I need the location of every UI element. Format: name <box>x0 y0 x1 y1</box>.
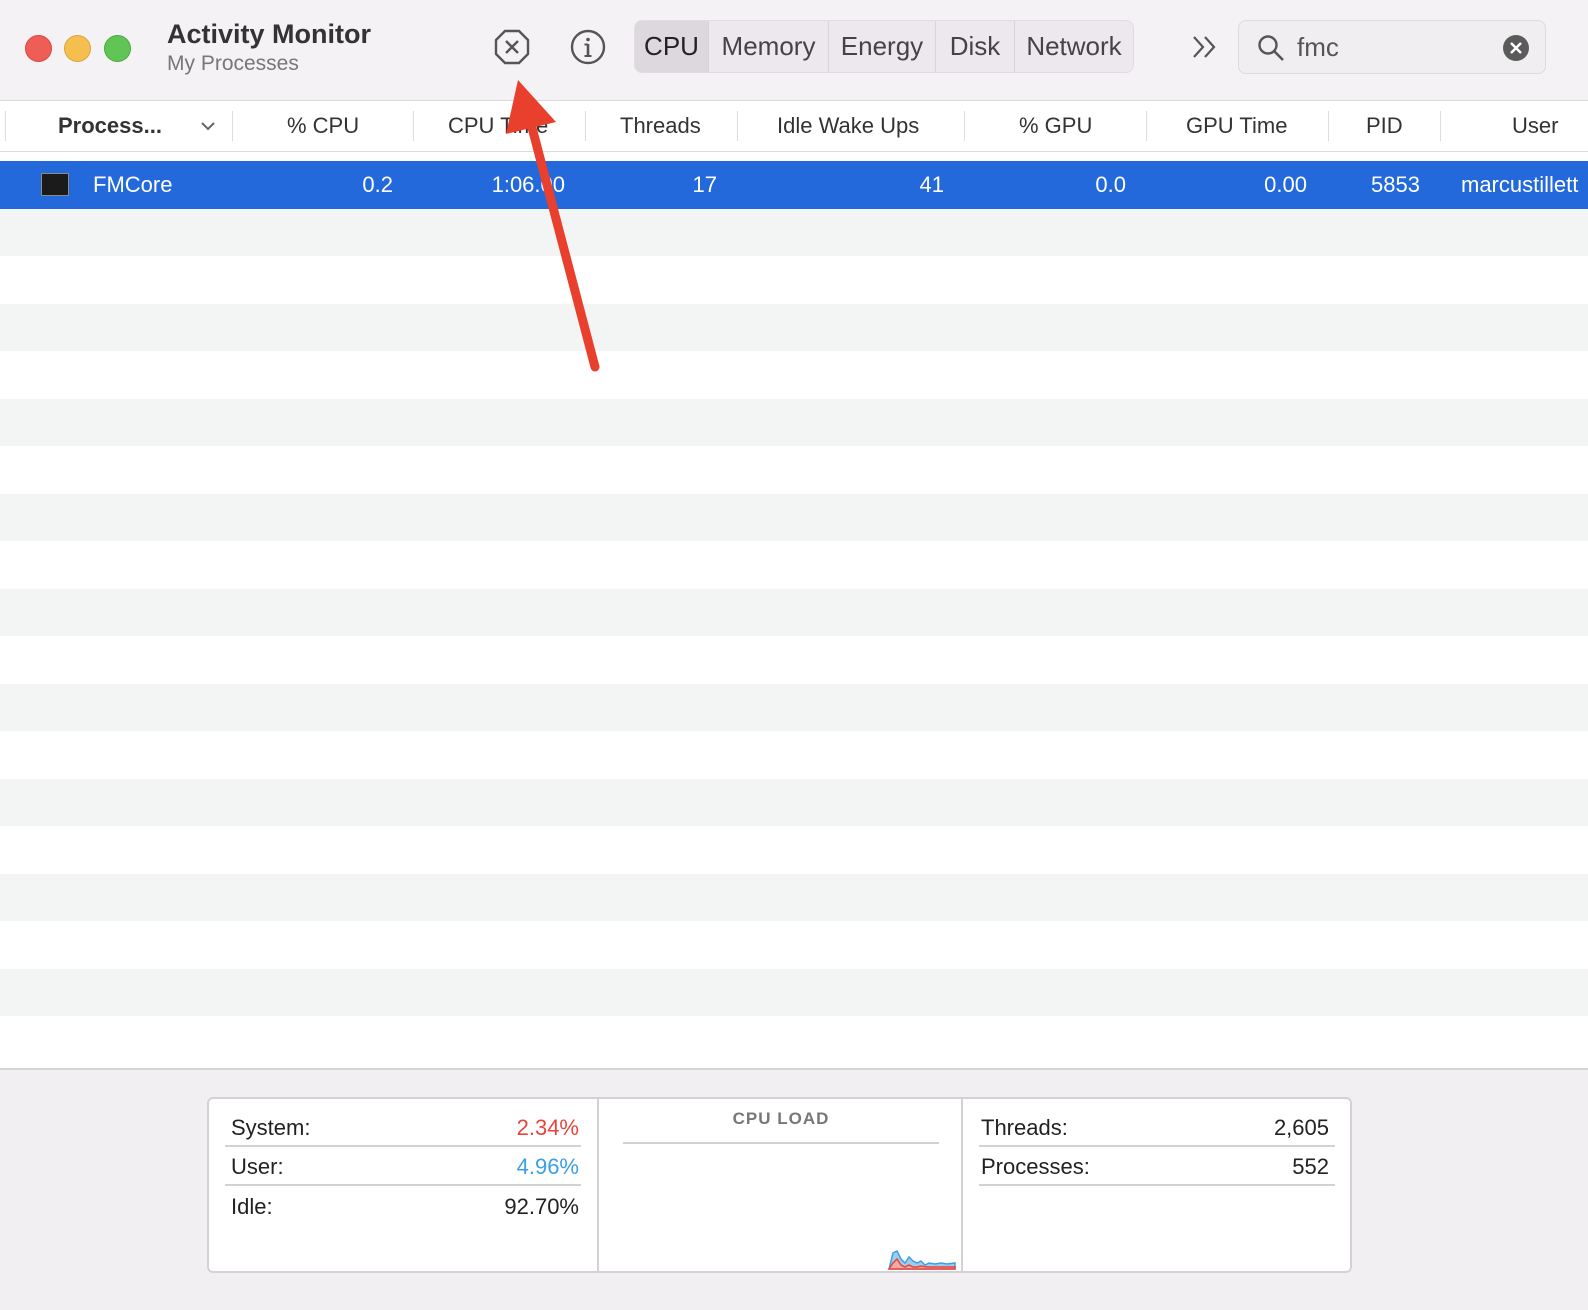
column-header-process[interactable]: Process... <box>58 101 162 151</box>
stat-threads: Threads: 2,605 <box>981 1109 1329 1147</box>
search-field <box>1238 20 1546 74</box>
stat-threads-value: 2,605 <box>1273 1115 1329 1140</box>
empty-row <box>0 921 1588 969</box>
column-divider <box>1440 111 1441 141</box>
search-icon <box>1258 35 1284 61</box>
stat-processes-value: 552 <box>1292 1154 1329 1179</box>
info-icon <box>570 29 606 65</box>
stat-divider <box>979 1145 1335 1147</box>
column-divider <box>964 111 965 141</box>
column-divider <box>413 111 414 141</box>
more-toolbar-button[interactable] <box>1188 30 1222 64</box>
cell-cpu: 0.2 <box>362 172 393 197</box>
stat-processes: Processes: 552 <box>981 1148 1329 1186</box>
cell-gpu: 0.0 <box>1095 172 1126 197</box>
tab-memory[interactable]: Memory <box>709 21 829 72</box>
empty-row <box>0 351 1588 399</box>
stop-process-button[interactable] <box>493 28 531 66</box>
chevron-double-right-icon <box>1193 36 1216 58</box>
empty-row <box>0 826 1588 874</box>
stat-idle-value: 92.70% <box>504 1194 579 1219</box>
summary-panel: System: 2.34% User: 4.96% Idle: 92.70% C… <box>0 1068 1588 1310</box>
empty-row <box>0 256 1588 304</box>
empty-row <box>0 493 1588 541</box>
cell-idle-wake-ups: 41 <box>919 172 944 197</box>
stat-divider <box>225 1145 581 1147</box>
window-title: Activity Monitor <box>167 19 372 49</box>
empty-row <box>0 588 1588 636</box>
empty-row <box>0 1016 1588 1064</box>
column-header-pid[interactable]: PID <box>1366 101 1403 151</box>
empty-row <box>0 873 1588 921</box>
column-divider <box>737 111 738 141</box>
empty-row <box>0 636 1588 684</box>
stat-system-label: System: <box>231 1115 311 1140</box>
stat-system: System: 2.34% <box>231 1109 579 1147</box>
column-divider <box>5 111 6 141</box>
terminal-app-icon <box>41 173 69 196</box>
column-header-user[interactable]: User <box>1512 101 1558 151</box>
empty-row <box>0 398 1588 446</box>
empty-row <box>0 303 1588 351</box>
column-header-gpu-time[interactable]: GPU Time <box>1186 101 1287 151</box>
search-input[interactable] <box>1297 29 1487 65</box>
process-table: FMCore 0.2 1:06.00 17 41 0.0 0.00 5853 m… <box>0 161 1588 1067</box>
cpu-stats-box: System: 2.34% User: 4.96% Idle: 92.70% C… <box>207 1097 1352 1273</box>
minimize-window-button[interactable] <box>64 35 91 62</box>
column-header-cpu[interactable]: % CPU <box>287 101 359 151</box>
stat-idle: Idle: 92.70% <box>231 1188 579 1226</box>
cell-cpu-time: 1:06.00 <box>491 172 565 197</box>
panel-divider <box>961 1099 963 1271</box>
column-header-cpu-time[interactable]: CPU Time <box>448 101 548 151</box>
cpu-load-graph <box>887 1249 956 1270</box>
stat-user: User: 4.96% <box>231 1148 579 1186</box>
cpu-load-title: CPU LOAD <box>732 1109 830 1128</box>
stat-user-label: User: <box>231 1154 284 1179</box>
stat-processes-label: Processes: <box>981 1154 1090 1179</box>
empty-row <box>0 731 1588 779</box>
stat-user-value: 4.96% <box>516 1154 579 1179</box>
window-subtitle: My Processes <box>167 52 299 75</box>
empty-row <box>0 208 1588 256</box>
empty-row <box>0 683 1588 731</box>
column-header-idle-wake-ups[interactable]: Idle Wake Ups <box>777 101 919 151</box>
stat-idle-label: Idle: <box>231 1194 273 1219</box>
zoom-window-button[interactable] <box>104 35 131 62</box>
stat-threads-label: Threads: <box>981 1115 1068 1140</box>
cell-pid: 5853 <box>1371 172 1420 197</box>
toolbar: Activity Monitor My Processes CPU Memory… <box>0 0 1588 101</box>
cpu-load-divider <box>623 1142 939 1144</box>
stat-system-value: 2.34% <box>516 1115 579 1140</box>
cell-threads: 17 <box>692 172 717 197</box>
tab-cpu[interactable]: CPU <box>635 21 709 72</box>
stop-process-icon <box>494 29 530 65</box>
stat-divider <box>979 1184 1335 1186</box>
column-divider <box>585 111 586 141</box>
empty-row <box>0 778 1588 826</box>
table-header: Process... % CPU CPU Time Threads Idle W… <box>0 101 1588 152</box>
tab-disk[interactable]: Disk <box>936 21 1015 72</box>
tab-network[interactable]: Network <box>1015 21 1133 72</box>
cell-process-name: FMCore <box>93 172 173 197</box>
panel-divider <box>597 1099 599 1271</box>
close-window-button[interactable] <box>25 35 52 62</box>
cell-user: marcustillett <box>1461 172 1579 197</box>
table-row[interactable]: FMCore 0.2 1:06.00 17 41 0.0 0.00 5853 m… <box>0 161 1588 209</box>
stat-divider <box>225 1184 581 1186</box>
view-tabs: CPU Memory Energy Disk Network <box>634 20 1134 73</box>
info-button[interactable] <box>569 28 607 66</box>
tab-energy[interactable]: Energy <box>829 21 936 72</box>
empty-row <box>0 446 1588 494</box>
column-header-gpu[interactable]: % GPU <box>1019 101 1092 151</box>
empty-row <box>0 541 1588 589</box>
column-divider <box>1146 111 1147 141</box>
column-header-threads[interactable]: Threads <box>620 101 701 151</box>
empty-row <box>0 968 1588 1016</box>
column-divider <box>1328 111 1329 141</box>
chevron-down-icon[interactable] <box>200 120 216 132</box>
cell-gpu-time: 0.00 <box>1264 172 1307 197</box>
column-divider <box>232 111 233 141</box>
clear-search-icon[interactable] <box>1502 34 1530 62</box>
